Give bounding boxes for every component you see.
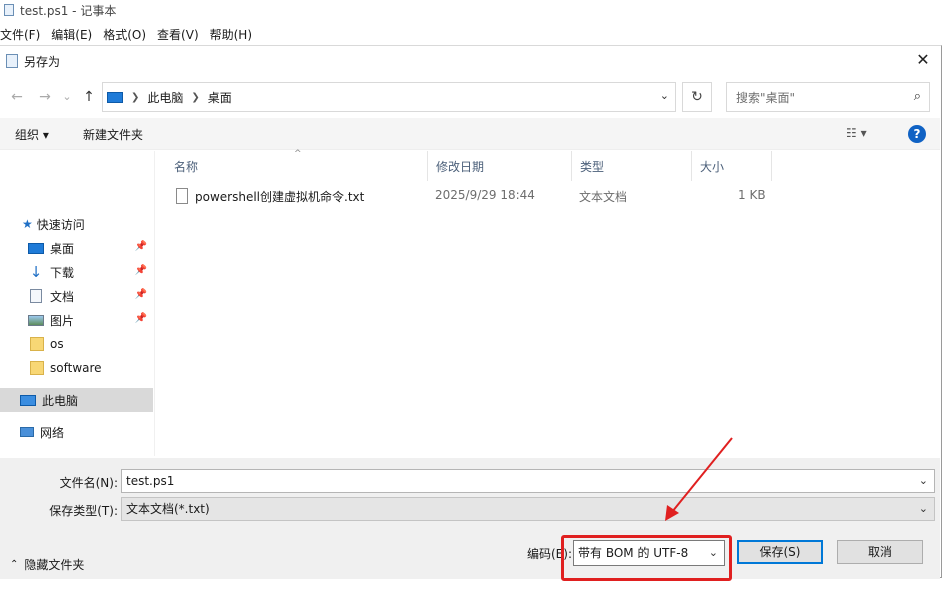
breadcrumb-separator-icon: ❯: [131, 91, 140, 103]
star-icon: ★: [22, 217, 33, 231]
save-button[interactable]: 保存(S): [737, 540, 823, 564]
file-name: powershell创建虚拟机命令.txt: [195, 190, 365, 204]
new-folder-button[interactable]: 新建文件夹: [83, 126, 143, 143]
computer-icon: [107, 91, 123, 103]
folder-icon: [30, 337, 44, 351]
address-bar[interactable]: ❯ 此电脑 ❯ 桌面 ⌄: [102, 82, 676, 112]
computer-icon: [20, 394, 36, 406]
pin-icon: 📌: [134, 241, 147, 252]
text-file-icon: [176, 188, 188, 204]
sidebar-item-pictures[interactable]: 图片 📌: [0, 308, 153, 332]
column-header-modified[interactable]: 修改日期: [428, 151, 572, 181]
chevron-down-icon[interactable]: ⌄: [919, 498, 928, 520]
column-header-label: 名称: [174, 159, 199, 174]
filetype-select[interactable]: 文本文档(*.txt) ⌄: [121, 497, 935, 521]
close-icon[interactable]: ✕: [913, 50, 933, 70]
hide-folders-toggle[interactable]: ⌃ 隐藏文件夹: [10, 556, 84, 573]
file-size: 1 KB: [738, 188, 766, 202]
column-header-label: 大小: [700, 159, 725, 174]
sidebar-item-label: 图片: [50, 313, 75, 328]
sidebar-item-label: 此电脑: [42, 393, 79, 408]
address-dropdown-icon[interactable]: ⌄: [660, 89, 669, 102]
command-toolbar: 组织 ▾ 新建文件夹 ☷ ▾ ?: [0, 118, 940, 150]
sidebar-item-quick-access[interactable]: ★ 快速访问: [0, 212, 153, 236]
pin-icon: 📌: [134, 289, 147, 300]
search-placeholder: 搜索"桌面": [736, 90, 796, 105]
folder-icon: [30, 361, 44, 375]
back-arrow-icon[interactable]: ←: [8, 88, 26, 106]
search-icon[interactable]: ⌕: [914, 89, 921, 104]
sidebar-item-label: 网络: [40, 425, 65, 440]
breadcrumb-this-pc[interactable]: 此电脑: [147, 89, 183, 106]
sidebar-item-label: software: [50, 361, 102, 375]
sidebar-item-label: os: [50, 337, 64, 351]
sidebar-item-desktop[interactable]: 桌面 📌: [0, 236, 153, 260]
sidebar-item-documents[interactable]: 文档 📌: [0, 284, 153, 308]
notepad-title: test.ps1 - 记事本: [20, 3, 117, 18]
picture-icon: [28, 314, 44, 326]
column-header-size[interactable]: 大小: [692, 151, 772, 181]
forward-arrow-icon[interactable]: →: [36, 88, 54, 106]
navigation-pane: ★ 快速访问 桌面 📌 ↓ 下载 📌 文档 📌 图片 📌 os software…: [0, 151, 155, 456]
help-icon[interactable]: ?: [908, 125, 926, 143]
dialog-title-bar: 另存为: [0, 46, 940, 76]
recent-locations-chevron-icon[interactable]: ⌄: [60, 88, 74, 106]
network-icon: [20, 427, 34, 437]
file-type: 文本文档: [579, 190, 628, 204]
hide-folders-label: 隐藏文件夹: [24, 558, 85, 572]
sidebar-item-label: 桌面: [50, 241, 75, 256]
column-header-type[interactable]: 类型: [572, 151, 692, 181]
menu-view[interactable]: 查看(V): [157, 26, 204, 43]
menu-file[interactable]: 文件(F): [0, 26, 45, 43]
pin-icon: 📌: [134, 313, 147, 324]
organize-button[interactable]: 组织 ▾: [15, 126, 49, 143]
column-header-name[interactable]: 名称: [166, 151, 428, 181]
sidebar-item-label: 下载: [50, 265, 75, 280]
view-options-icon[interactable]: ☷ ▾: [846, 126, 867, 140]
dialog-title: 另存为: [24, 54, 61, 69]
sidebar-item-downloads[interactable]: ↓ 下载 📌: [0, 260, 153, 284]
filetype-value: 文本文档(*.txt): [126, 502, 210, 516]
navigation-bar: ← → ⌄ ↑ ❯ 此电脑 ❯ 桌面 ⌄ ↻ 搜索"桌面" ⌕: [0, 80, 940, 112]
menu-edit[interactable]: 编辑(E): [51, 26, 97, 43]
column-header-label: 修改日期: [436, 159, 485, 174]
cancel-button[interactable]: 取消: [837, 540, 923, 564]
sidebar-item-this-pc[interactable]: 此电脑: [0, 388, 153, 412]
annotation-highlight-box: [561, 535, 732, 581]
sidebar-item-label: 文档: [50, 289, 75, 304]
document-icon: [30, 289, 42, 303]
save-options-panel: 文件名(N): test.ps1 ⌄ 保存类型(T): 文本文档(*.txt) …: [0, 458, 940, 581]
filename-value: test.ps1: [126, 474, 175, 488]
chevron-down-icon[interactable]: ⌄: [919, 470, 928, 492]
notepad-menu-bar: 文件(F) 编辑(E) 格式(O) 查看(V) 帮助(H): [0, 24, 263, 44]
filetype-label: 保存类型(T):: [49, 504, 118, 518]
save-as-dialog: 另存为 ✕ ← → ⌄ ↑ ❯ 此电脑 ❯ 桌面 ⌄ ↻ 搜索"桌面" ⌕ 组织…: [0, 45, 942, 581]
sidebar-item-network[interactable]: 网络: [0, 420, 153, 444]
column-header-label: 类型: [580, 159, 605, 174]
desktop-icon: [28, 242, 44, 254]
search-input[interactable]: 搜索"桌面" ⌕: [726, 82, 930, 112]
sidebar-item-software[interactable]: software: [0, 356, 153, 380]
download-icon: ↓: [29, 263, 43, 281]
filename-input[interactable]: test.ps1 ⌄: [121, 469, 935, 493]
pin-icon: 📌: [134, 265, 147, 276]
menu-help[interactable]: 帮助(H): [210, 26, 257, 43]
sidebar-item-label: 快速访问: [36, 217, 85, 232]
chevron-up-icon: ⌃: [10, 559, 19, 570]
file-modified: 2025/9/29 18:44: [435, 188, 535, 202]
up-arrow-icon[interactable]: ↑: [80, 88, 98, 106]
refresh-icon[interactable]: ↻: [682, 82, 712, 112]
table-row[interactable]: powershell创建虚拟机命令.txt 2025/9/29 18:44 文本…: [167, 184, 777, 206]
menu-format[interactable]: 格式(O): [103, 26, 151, 43]
sidebar-item-os[interactable]: os: [0, 332, 153, 356]
breadcrumb-desktop[interactable]: 桌面: [208, 89, 232, 106]
dialog-icon: [6, 54, 18, 68]
notepad-title-bar: test.ps1 - 记事本: [0, 0, 952, 20]
filename-label: 文件名(N):: [59, 476, 118, 490]
breadcrumb-separator-icon: ❯: [191, 91, 200, 103]
notepad-icon: [4, 4, 14, 16]
